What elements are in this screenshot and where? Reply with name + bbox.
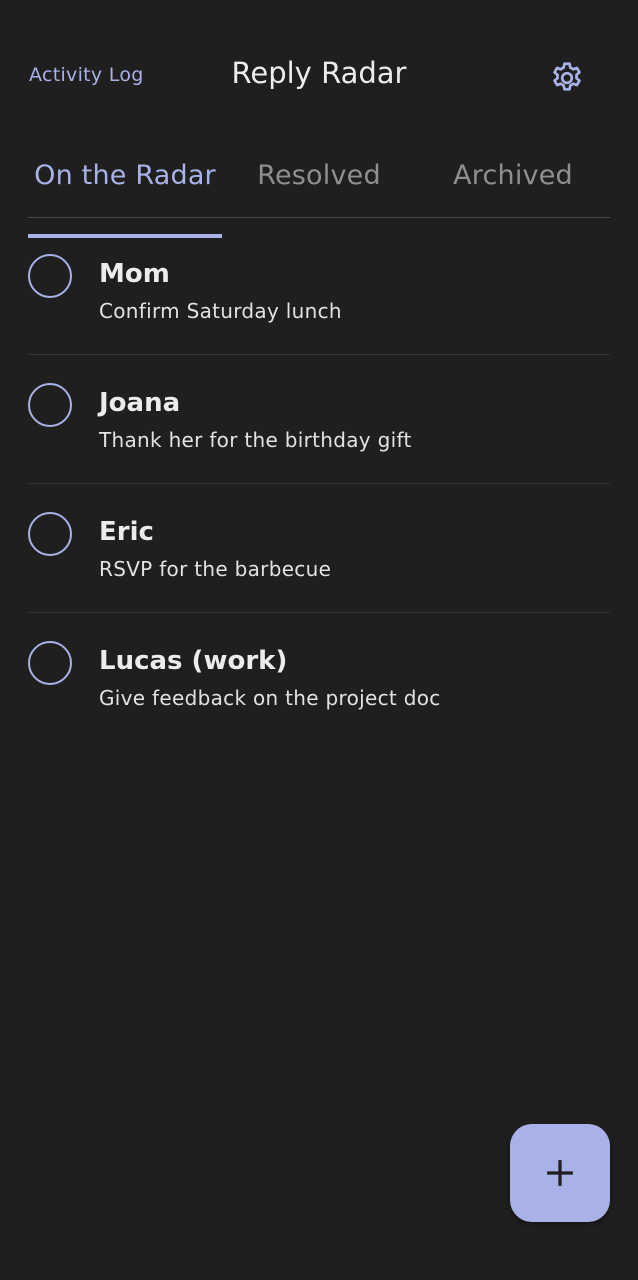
contact-name: Eric — [99, 517, 154, 547]
activity-log-link[interactable]: Activity Log — [29, 64, 144, 86]
tab-on-the-radar[interactable]: On the Radar — [28, 154, 222, 238]
settings-button[interactable] — [547, 58, 587, 98]
list-item[interactable]: Joana Thank her for the birthday gift — [28, 355, 610, 484]
tab-archived[interactable]: Archived — [416, 154, 610, 218]
reply-description: RSVP for the barbecue — [99, 557, 332, 581]
list-item[interactable]: Mom Confirm Saturday lunch — [28, 226, 610, 355]
add-reply-button[interactable] — [510, 1124, 610, 1222]
gear-icon — [553, 62, 581, 91]
resolve-checkbox[interactable] — [28, 383, 72, 427]
reply-description: Confirm Saturday lunch — [99, 299, 342, 323]
top-app-bar: Activity Log Reply Radar — [0, 0, 638, 154]
resolve-checkbox[interactable] — [28, 641, 72, 685]
list-item[interactable]: Lucas (work) Give feedback on the projec… — [28, 613, 610, 741]
resolve-checkbox[interactable] — [28, 254, 72, 298]
contact-name: Joana — [99, 388, 181, 418]
reply-description: Give feedback on the project doc — [99, 686, 441, 710]
resolve-checkbox[interactable] — [28, 512, 72, 556]
reply-list: Mom Confirm Saturday lunch Joana Thank h… — [28, 226, 610, 741]
list-item[interactable]: Eric RSVP for the barbecue — [28, 484, 610, 613]
tab-bar: On the Radar Resolved Archived — [28, 154, 610, 238]
contact-name: Mom — [99, 259, 170, 289]
reply-description: Thank her for the birthday gift — [99, 428, 412, 452]
plus-icon — [547, 1160, 573, 1186]
tab-resolved[interactable]: Resolved — [222, 154, 416, 218]
contact-name: Lucas (work) — [99, 646, 288, 676]
